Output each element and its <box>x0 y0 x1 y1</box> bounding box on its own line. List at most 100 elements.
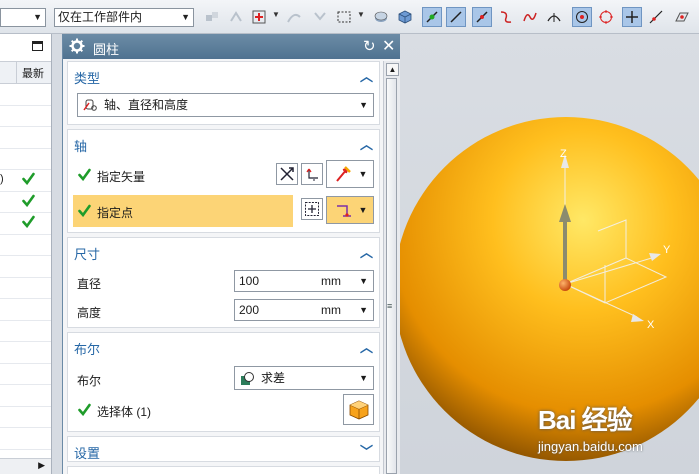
selection-filter-combo[interactable]: ▼ <box>0 8 46 27</box>
scrollbar-thumb[interactable] <box>386 78 397 474</box>
endpoint-snap-icon <box>426 11 438 23</box>
cylinder-dialog: 圆柱 ↻ ✕ 类型 ︿ 轴、直径和高度 ▼ 轴 ︿ 指定矢量 ▼ 指定点 ▼ 尺… <box>62 34 400 474</box>
graphics-viewport[interactable]: Z Y X Bai 经验 jingyan.baidu.com <box>400 34 699 474</box>
snap-existing-point-button[interactable] <box>622 7 642 27</box>
chevron-up-icon[interactable]: ︿ <box>360 337 373 356</box>
select-body-button[interactable] <box>371 7 391 27</box>
snap-quadrant-button[interactable] <box>596 7 616 27</box>
list-item[interactable] <box>0 321 51 342</box>
z-axis-label: Z <box>560 148 567 160</box>
latest-column-header[interactable]: 最新 <box>22 65 44 81</box>
snap-curve-button[interactable] <box>284 7 304 27</box>
select-feature-button[interactable] <box>395 7 415 27</box>
section-header[interactable]: 设置 <box>74 443 100 462</box>
point-dialog-button[interactable] <box>301 198 323 220</box>
list-item[interactable]: ) <box>0 170 51 192</box>
dialog-body: 类型 ︿ 轴、直径和高度 ▼ 轴 ︿ 指定矢量 ▼ 指定点 ▼ 尺寸 ︿ 直径 … <box>67 61 380 474</box>
snap-on-face-button[interactable] <box>672 7 692 27</box>
list-item[interactable] <box>0 364 51 385</box>
select-rectangle-button[interactable] <box>334 7 354 27</box>
chevron-down-icon: ▼ <box>358 169 368 179</box>
dimension-section: 尺寸 ︿ 直径 100 mm ▼ 高度 200 mm ▼ <box>67 237 380 328</box>
horizontal-scrollbar[interactable]: ▶ <box>0 458 51 474</box>
part-navigator: 最新 ) ▶ <box>0 34 52 474</box>
chevron-down-icon[interactable]: ﹀ <box>360 441 373 460</box>
list-item[interactable] <box>0 127 51 149</box>
boolean-dropdown[interactable]: 求差 ▼ <box>234 366 374 390</box>
snap-on-curve-button[interactable] <box>646 7 666 27</box>
snap-curve-icon <box>287 13 301 23</box>
vector-dialog-button[interactable] <box>301 163 323 185</box>
snap-arc-center-button[interactable] <box>544 7 564 27</box>
check-icon <box>78 403 91 419</box>
preview-section: 预览 ︿ <box>67 466 380 474</box>
list-item[interactable] <box>0 278 51 299</box>
list-item[interactable] <box>0 192 51 213</box>
check-icon <box>22 172 35 188</box>
diameter-field[interactable]: 100 mm ▼ <box>234 270 374 292</box>
list-item[interactable] <box>0 256 51 278</box>
list-item[interactable] <box>0 299 51 321</box>
chevron-down-icon[interactable]: ▼ <box>359 271 368 291</box>
reset-icon[interactable]: ↻ <box>363 37 376 55</box>
point-on-face-icon <box>675 12 689 22</box>
maximize-icon[interactable] <box>32 41 43 51</box>
snap-direction-button[interactable] <box>226 7 246 27</box>
chevron-up-icon[interactable]: ︿ <box>360 66 373 85</box>
select-body-button[interactable] <box>343 394 374 425</box>
snap-endpoint-button[interactable] <box>422 7 442 27</box>
point-inference-dropdown[interactable]: ▼ <box>326 196 374 224</box>
list-item[interactable] <box>0 428 51 450</box>
list-item[interactable] <box>0 342 51 364</box>
vector-inference-dropdown[interactable]: ▼ <box>326 160 374 188</box>
selection-scope-combo[interactable]: 仅在工作部件内 ▼ <box>54 8 194 27</box>
reverse-direction-button[interactable] <box>276 163 298 185</box>
height-value: 200 <box>239 303 260 317</box>
chevron-down-icon: ▼ <box>181 12 190 22</box>
quadrant-snap-icon <box>599 10 613 24</box>
chevron-down-icon: ▼ <box>359 373 368 383</box>
list-item[interactable] <box>0 106 51 127</box>
snap-face-button[interactable] <box>310 7 330 27</box>
list-item[interactable] <box>0 235 51 256</box>
column-divider[interactable] <box>16 62 17 83</box>
snap-point-button[interactable] <box>249 7 269 27</box>
specify-point-row[interactable]: 指定点 <box>73 195 293 227</box>
close-icon[interactable]: ✕ <box>382 36 395 56</box>
inferred-vector-icon <box>335 166 351 182</box>
height-field[interactable]: 200 mm ▼ <box>234 299 374 321</box>
section-header[interactable]: 轴 <box>74 136 87 155</box>
snap-line-button[interactable] <box>446 7 466 27</box>
snap-general-button[interactable] <box>202 7 222 27</box>
dialog-scrollbar[interactable]: ▲ ≡ <box>383 61 400 474</box>
scroll-right-icon[interactable]: ▶ <box>38 460 45 471</box>
list-item[interactable] <box>0 407 51 428</box>
gear-icon[interactable] <box>69 38 85 57</box>
chevron-down-icon[interactable]: ▼ <box>357 10 365 19</box>
diameter-unit: mm <box>321 274 341 288</box>
list-item[interactable] <box>0 213 51 235</box>
y-axis-label: Y <box>663 244 671 256</box>
chevron-up-icon[interactable]: ︿ <box>360 134 373 153</box>
snap-midpoint-button[interactable] <box>472 7 492 27</box>
section-header[interactable]: 类型 <box>74 68 100 87</box>
list-item[interactable] <box>0 149 51 170</box>
list-item[interactable] <box>0 84 51 106</box>
cube-icon <box>398 10 412 24</box>
snap-control-point-button[interactable] <box>496 7 516 27</box>
section-header[interactable]: 布尔 <box>74 339 100 358</box>
solid-body-icon <box>349 400 368 419</box>
snap-intersection-button[interactable] <box>520 7 540 27</box>
scroll-up-icon[interactable]: ▲ <box>386 63 399 76</box>
chevron-up-icon[interactable]: ︿ <box>360 242 373 261</box>
chevron-down-icon[interactable]: ▼ <box>359 300 368 320</box>
list-item[interactable] <box>0 385 51 407</box>
section-header[interactable]: 尺寸 <box>74 244 100 263</box>
grip-icon: ≡ <box>387 301 393 311</box>
origin-point[interactable] <box>559 279 571 291</box>
height-unit: mm <box>321 303 341 317</box>
type-dropdown[interactable]: 轴、直径和高度 ▼ <box>77 93 374 117</box>
snap-center-button[interactable] <box>572 7 592 27</box>
chevron-down-icon[interactable]: ▼ <box>272 10 280 19</box>
dialog-titlebar[interactable]: 圆柱 ↻ ✕ <box>63 34 400 59</box>
